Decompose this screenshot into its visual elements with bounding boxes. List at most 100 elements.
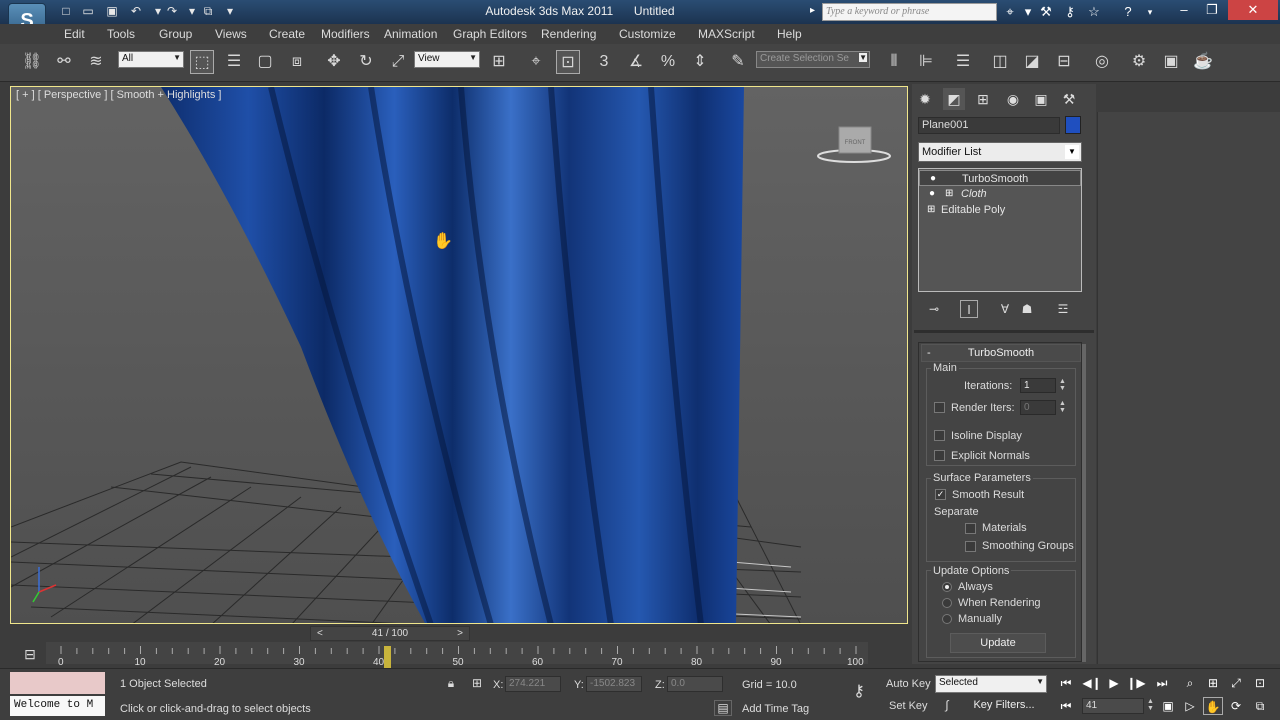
key-icon[interactable]: ⚷ — [1060, 3, 1080, 21]
curve-editor-icon[interactable]: ◪ — [1020, 50, 1044, 74]
close-button[interactable]: ✕ — [1228, 0, 1278, 20]
key-filters-button[interactable]: Key Filters... — [962, 698, 1046, 715]
align-icon[interactable]: ⊫ — [914, 50, 938, 74]
time-configuration-icon[interactable]: ▣ — [1158, 697, 1178, 715]
y-coordinate-field[interactable]: -1502.823 — [586, 676, 642, 692]
rendered-frame-window-icon[interactable]: ▣ — [1159, 50, 1183, 74]
time-slider[interactable]: < 41 / 100 > — [310, 626, 470, 641]
stack-item-turbosmooth[interactable]: ● TurboSmooth — [919, 170, 1081, 186]
make-unique-icon[interactable]: ∀ — [996, 300, 1014, 318]
select-manipulate-icon[interactable]: ⌖ — [524, 50, 548, 74]
menu-group[interactable]: Group — [159, 27, 192, 41]
when-rendering-radio[interactable] — [942, 598, 952, 608]
x-coordinate-field[interactable]: 274.221 — [505, 676, 561, 692]
reference-coordinate-dropdown[interactable]: View ▼ — [414, 51, 480, 68]
pan-view-icon[interactable]: ✋ — [1203, 697, 1223, 715]
menu-views[interactable]: Views — [215, 27, 247, 41]
current-frame-field[interactable]: 41 — [1082, 698, 1144, 714]
manually-radio[interactable] — [942, 614, 952, 624]
help-dropdown-icon[interactable]: ▾ — [1140, 3, 1160, 21]
snaps-toggle-icon[interactable]: 3 — [592, 50, 616, 74]
mini-curve-editor-icon[interactable]: ⊟ — [18, 646, 42, 664]
go-to-end-icon[interactable]: ⏭ — [1152, 674, 1172, 692]
display-tab-icon[interactable]: ▣ — [1030, 88, 1052, 110]
new-file-icon[interactable]: □ — [58, 4, 74, 19]
mirror-icon[interactable]: ⫴ — [882, 50, 906, 74]
object-name-field[interactable]: Plane001 — [918, 117, 1060, 134]
iterations-spinner-arrows[interactable]: ▲ ▼ — [1058, 378, 1067, 393]
utilities-tab-icon[interactable]: ⚒ — [1058, 88, 1080, 110]
angle-snap-icon[interactable]: ∡ — [624, 50, 648, 74]
menu-customize[interactable]: Customize — [619, 27, 676, 41]
perspective-viewport[interactable]: FRONT ✋ [ + ] [ Perspective ] [ Smooth +… — [10, 86, 908, 624]
turbosmooth-rollout-header[interactable]: - TurboSmooth — [921, 344, 1081, 362]
select-and-scale-icon[interactable]: ⤢ — [386, 50, 410, 74]
lightbulb-icon[interactable]: ● — [929, 186, 935, 202]
quick-access-dropdown-icon[interactable]: ▾ — [222, 4, 238, 19]
auto-key-button[interactable]: Auto Key — [886, 678, 931, 690]
pin-stack-icon[interactable]: ⊸ — [925, 300, 943, 318]
select-and-move-icon[interactable]: ✥ — [322, 50, 346, 74]
remove-modifier-icon[interactable]: ☗ — [1018, 300, 1036, 318]
smooth-result-checkbox[interactable]: ✓ — [935, 489, 946, 500]
smoothing-groups-checkbox[interactable] — [965, 541, 976, 552]
orbit-icon[interactable]: ⟳ — [1226, 697, 1246, 715]
always-radio[interactable] — [942, 582, 952, 592]
field-of-view-icon[interactable]: ▷ — [1180, 697, 1200, 715]
redo-icon[interactable]: ↷ — [164, 4, 180, 19]
expand-plus-icon[interactable]: ⊞ — [927, 202, 935, 218]
select-by-name-icon[interactable]: ☰ — [222, 50, 246, 74]
zoom-all-icon[interactable]: ⊞ — [1203, 674, 1223, 692]
previous-frame-icon[interactable]: ◀❙ — [1082, 674, 1102, 692]
viewport-label[interactable]: [ + ] [ Perspective ] [ Smooth + Highlig… — [16, 89, 221, 101]
prev-frame-arrow-icon[interactable]: < — [317, 627, 323, 640]
maximize-viewport-icon[interactable]: ⧉ — [1250, 697, 1270, 715]
binoculars-icon[interactable]: ⌖ — [1000, 3, 1020, 21]
render-iters-spinner[interactable]: 0 — [1020, 400, 1056, 415]
stack-item-cloth[interactable]: ● ⊞ Cloth — [919, 186, 1081, 202]
selection-filter-dropdown[interactable]: All ▼ — [118, 51, 184, 68]
menu-create[interactable]: Create — [269, 27, 305, 41]
spinner-snap-icon[interactable]: ⇕ — [688, 50, 712, 74]
play-icon[interactable]: ▶ — [1104, 674, 1124, 692]
expand-plus-icon[interactable]: ⊞ — [945, 186, 953, 202]
maxscript-listener[interactable]: Welcome to M — [10, 696, 105, 716]
lightbulb-icon[interactable]: ● — [930, 171, 936, 187]
render-iters-spinner-arrows[interactable]: ▲ ▼ — [1058, 400, 1067, 415]
bind-space-warp-icon[interactable]: ≋ — [84, 50, 108, 74]
menu-help[interactable]: Help — [777, 27, 802, 41]
pivot-center-icon[interactable]: ⊞ — [487, 50, 511, 74]
frame-spinner-arrows[interactable]: ▲ ▼ — [1146, 698, 1155, 713]
named-selection-set-dropdown[interactable]: Create Selection Se ▼ — [756, 51, 870, 68]
zoom-extents-icon[interactable]: ⤢ — [1226, 674, 1246, 692]
go-to-start-icon[interactable]: ⏮ — [1056, 674, 1076, 692]
redo-dropdown-icon[interactable]: ▾ — [184, 4, 200, 19]
current-frame-marker[interactable] — [383, 646, 391, 668]
motion-tab-icon[interactable]: ◉ — [1002, 88, 1024, 110]
hierarchy-tab-icon[interactable]: ⊞ — [972, 88, 994, 110]
window-crossing-icon[interactable]: ⧈ — [285, 50, 309, 74]
select-and-link-icon[interactable]: ⛓ — [20, 50, 44, 74]
object-color-swatch[interactable] — [1065, 116, 1081, 134]
lock-selection-icon[interactable]: 🔒︎ — [444, 676, 458, 691]
default-in-out-tangent-icon[interactable]: ∫ — [938, 698, 956, 712]
key-icon[interactable]: ⚷ — [846, 681, 872, 701]
open-file-icon[interactable]: ▭ — [80, 4, 96, 19]
material-editor-icon[interactable]: ◎ — [1090, 50, 1114, 74]
render-setup-icon[interactable]: ⚙ — [1127, 50, 1151, 74]
isoline-display-checkbox[interactable] — [934, 430, 945, 441]
keyboard-shortcut-override-icon[interactable]: ⊡ — [556, 50, 580, 74]
percent-snap-icon[interactable]: % — [656, 50, 680, 74]
menu-tools[interactable]: Tools — [107, 27, 135, 41]
time-tag-icon[interactable]: ▤ — [714, 700, 732, 716]
configure-modifier-sets-icon[interactable]: ☲ — [1054, 300, 1072, 318]
next-frame-arrow-icon[interactable]: > — [457, 627, 463, 640]
restore-button[interactable]: ❐ — [1198, 0, 1226, 20]
schematic-view-icon[interactable]: ⊟ — [1052, 50, 1076, 74]
rectangular-selection-icon[interactable]: ▢ — [253, 50, 277, 74]
update-button[interactable]: Update — [950, 633, 1046, 653]
menu-animation[interactable]: Animation — [384, 27, 437, 41]
unlink-icon[interactable]: ⚯ — [52, 50, 76, 74]
menu-graph-editors[interactable]: Graph Editors — [453, 27, 527, 41]
key-mode-toggle-icon[interactable]: ⏮ — [1056, 697, 1076, 715]
